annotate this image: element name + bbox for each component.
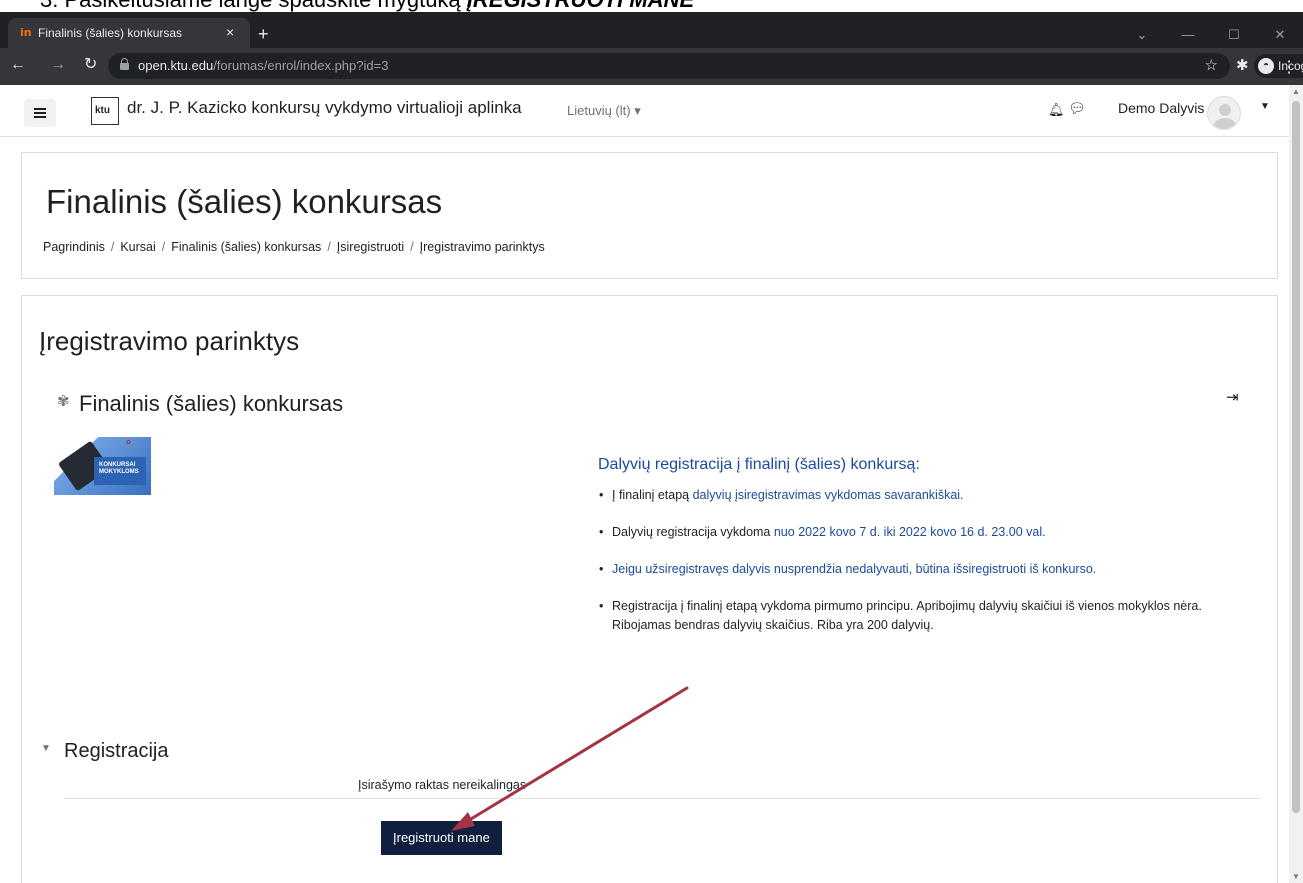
summary-item: Į finalinį etapą dalyvių įsiregistravima…	[598, 486, 1238, 505]
document-caption: 3. Pasikeitusiame lange spauskite mygtuk…	[0, 0, 1303, 12]
scroll-up-icon[interactable]: ▲	[1292, 87, 1300, 96]
reload-icon[interactable]: ↻	[84, 56, 97, 74]
browser-tab[interactable]: in Finalinis (šalies) konkursas ×	[8, 18, 250, 48]
site-favicon-icon: in	[20, 26, 32, 39]
url-text: open.ktu.edu/forumas/enrol/index.php?id=…	[138, 58, 389, 73]
divider	[64, 798, 1261, 799]
notifications-bell-icon[interactable]: 🔔︎	[1048, 102, 1065, 118]
scroll-thumb[interactable]	[1292, 101, 1300, 813]
course-category-icon: ✾	[57, 393, 70, 410]
close-window-icon[interactable]: ✕	[1257, 24, 1303, 46]
course-summary-list: Į finalinį etapą dalyvių įsiregistravima…	[598, 486, 1238, 635]
user-menu-caret-icon[interactable]: ▼	[1260, 101, 1270, 112]
ktu-logo[interactable]: ktu	[91, 97, 119, 125]
back-icon[interactable]: ←	[10, 56, 26, 74]
enrol-me-button[interactable]: Įregistruoti mane	[381, 821, 502, 855]
messages-bubble-icon[interactable]: 💬︎	[1068, 100, 1086, 117]
browser-tabstrip: in Finalinis (šalies) konkursas × + ⌄ — ☐ ✕	[0, 12, 1303, 48]
incognito-icon: ◓	[1258, 58, 1274, 74]
breadcrumb-item-enrol[interactable]: Įsiregistruoti	[337, 240, 404, 254]
breadcrumb-item-course[interactable]: Finalinis (šalies) konkursas	[171, 240, 321, 254]
user-avatar[interactable]	[1207, 96, 1241, 130]
summary-item: Dalyvių registracija vykdoma nuo 2022 ko…	[598, 523, 1238, 542]
star-icon[interactable]: ☆	[1205, 56, 1218, 74]
enrol-me-icon[interactable]: ⇥	[1226, 388, 1239, 406]
summary-item: Registracija į finalinį etapą vykdoma pi…	[598, 597, 1218, 635]
breadcrumb-item-home[interactable]: Pagrindinis	[43, 240, 105, 254]
menu-icon[interactable]: ⋮	[1281, 57, 1297, 77]
crest-icon: ✿	[126, 440, 132, 446]
browser-toolbar: ← → ↻ open.ktu.edu/forumas/enrol/index.p…	[0, 48, 1303, 85]
site-navbar: ktu dr. J. P. Kazicko konkursų vykdymo v…	[0, 85, 1289, 137]
logo-text: ktu	[95, 105, 110, 116]
forward-icon[interactable]: →	[50, 56, 66, 74]
breadcrumb-item-courses[interactable]: Kursai	[120, 240, 155, 254]
scroll-down-icon[interactable]: ▼	[1292, 872, 1300, 881]
new-tab-button[interactable]: +	[258, 25, 269, 43]
minimize-icon[interactable]: —	[1165, 24, 1211, 46]
drawer-toggle-button[interactable]	[24, 99, 56, 127]
address-bar[interactable]: open.ktu.edu/forumas/enrol/index.php?id=…	[108, 53, 1230, 79]
page-scrollbar[interactable]: ▲ ▼	[1289, 85, 1303, 883]
breadcrumb-item-current: Įregistravimo parinktys	[419, 240, 545, 254]
maximize-icon[interactable]: ☐	[1211, 24, 1257, 46]
page-title: Finalinis (šalies) konkursas	[46, 183, 443, 220]
caption-text: 3. Pasikeitusiame lange spauskite mygtuk…	[40, 0, 694, 12]
screenshot-root: 3. Pasikeitusiame lange spauskite mygtuk…	[0, 0, 1303, 883]
enrolment-options-region: Įregistravimo parinktys ✾ Finalinis (šal…	[21, 295, 1278, 883]
course-image-text: KONKURSAI MOKYKLOMS	[99, 462, 139, 475]
window-controls: ⌄ — ☐ ✕	[1119, 24, 1303, 48]
close-tab-icon[interactable]: ×	[226, 24, 234, 40]
page-header: Finalinis (šalies) konkursas Pagrindinis…	[21, 152, 1278, 279]
registration-section-title[interactable]: Registracija	[64, 740, 168, 763]
summary-item: Jeigu užsiregistravęs dalyvis nusprendži…	[598, 560, 1238, 579]
tab-search-icon[interactable]: ⌄	[1119, 24, 1165, 46]
course-image: KONKURSAI MOKYKLOMS ✿	[54, 437, 151, 495]
extensions-icon[interactable]: ✱	[1236, 56, 1249, 74]
collapse-toggle-icon[interactable]: ▼	[41, 743, 51, 754]
language-menu[interactable]: Lietuvių (lt) ▾	[567, 103, 641, 119]
section-title: Įregistravimo parinktys	[39, 326, 300, 356]
breadcrumb: Pagrindinis / Kursai / Finalinis (šalies) ko…	[43, 240, 545, 254]
lock-icon[interactable]	[120, 58, 129, 70]
tab-title: Finalinis (šalies) konkursas	[38, 26, 183, 40]
course-summary-title: Dalyvių registracija į finalinį (šalies)…	[598, 456, 920, 473]
site-name-link[interactable]: dr. J. P. Kazicko konkursų vykdymo virtu…	[127, 98, 522, 118]
enrol-key-note: Įsirašymo raktas nereikalingas	[358, 778, 527, 792]
course-name-link[interactable]: Finalinis (šalies) konkursas	[79, 391, 343, 417]
user-name[interactable]: Demo Dalyvis	[1118, 100, 1204, 116]
